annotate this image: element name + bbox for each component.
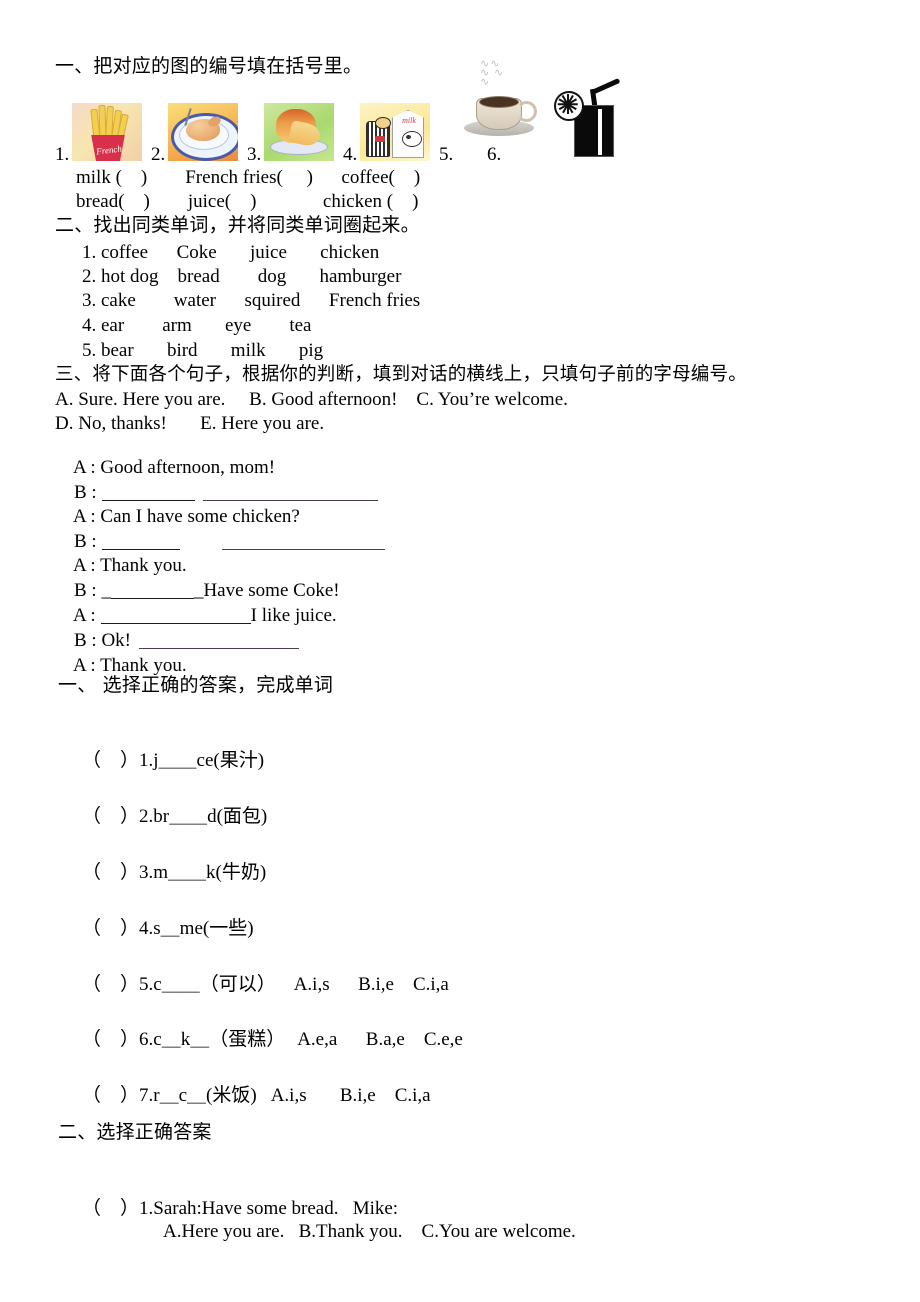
section3-heading: 三、将下面各个句子，根据你的判断，填到对话的横线上，只填句子前的字母编号。 bbox=[55, 364, 747, 385]
section5-choices[interactable]: A.Here you are. B.Thank you. C.You are w… bbox=[163, 1222, 576, 1241]
juice-glass-icon bbox=[552, 75, 642, 161]
roast-chicken-icon bbox=[168, 103, 238, 161]
section4-text-5: 5.c＿＿（可以） bbox=[139, 974, 276, 995]
section4-bracket-4[interactable]: （ ） bbox=[82, 918, 139, 939]
section5-question-text: 1.Sarah:Have some bread. Mike: bbox=[139, 1198, 399, 1219]
bread-icon bbox=[264, 103, 334, 161]
section4-choices-7[interactable]: A.i,s B.i,e C.i,a bbox=[271, 1085, 431, 1106]
section4-question-2: （ ）2.br＿＿d(面包) bbox=[63, 788, 267, 845]
section4-question-4: （ ）4.s＿me(一些) bbox=[63, 900, 254, 957]
section4-text-6: 6.c＿k＿（蛋糕） bbox=[139, 1029, 286, 1050]
picture-number-2: 2. bbox=[151, 144, 166, 165]
section4-bracket-7[interactable]: （ ） bbox=[82, 1085, 139, 1106]
section1-answer-line-1: milk ( ) French fries( ) coffee( ) bbox=[76, 167, 421, 188]
section4-choices-5[interactable]: A.i,s B.i,e C.i,a bbox=[294, 974, 449, 995]
section4-question-5: （ ）5.c＿＿（可以） A.i,s B.i,e C.i,a bbox=[63, 956, 449, 1013]
section2-row-4: 4. ear arm eye tea bbox=[82, 315, 312, 336]
section4-text-4: 4.s＿me(一些) bbox=[139, 918, 254, 939]
section4-heading: 一、 选择正确的答案，完成单词 bbox=[58, 674, 334, 696]
section4-text-2: 2.br＿＿d(面包) bbox=[139, 806, 268, 827]
section4-text-3: 3.m＿＿k(牛奶) bbox=[139, 862, 267, 883]
coffee-cup-icon: ∿∿ ∿ ∿ ∿ bbox=[460, 58, 542, 142]
picture-number-4: 4. bbox=[343, 144, 358, 165]
picture-number-5: 5. bbox=[439, 144, 454, 165]
section2-row-1: 1. coffee Coke juice chicken bbox=[82, 242, 380, 263]
section4-question-1: （ ）1.j＿＿ce(果汁) bbox=[63, 732, 264, 789]
section2-row-2: 2. hot dog bread dog hamburger bbox=[82, 266, 402, 287]
milk-carton-icon: milk bbox=[360, 103, 430, 161]
section2-row-5: 5. bear bird milk pig bbox=[82, 340, 324, 361]
section2-heading: 二、找出同类单词，并将同类单词圈起来。 bbox=[55, 214, 420, 236]
section1-answer-line-2: bread( ) juice( ) chicken ( ) bbox=[76, 191, 419, 212]
section1-heading: 一、把对应的图的编号填在括号里。 bbox=[55, 55, 363, 77]
section4-bracket-1[interactable]: （ ） bbox=[82, 750, 139, 771]
section5-heading: 二、选择正确答案 bbox=[58, 1121, 212, 1143]
dialog-blank-4b[interactable] bbox=[221, 536, 385, 550]
section3-options-line-1: A. Sure. Here you are. B. Good afternoon… bbox=[55, 389, 568, 410]
milk-carton-label: milk bbox=[402, 116, 416, 125]
picture-number-6: 6. bbox=[487, 144, 502, 165]
section4-bracket-5[interactable]: （ ） bbox=[82, 974, 139, 995]
section4-choices-6[interactable]: A.e,a B.a,e C.e,e bbox=[297, 1029, 463, 1050]
section4-question-6: （ ）6.c＿k＿（蛋糕） A.e,a B.a,e C.e,e bbox=[63, 1011, 463, 1068]
dialog-text-9: Thank you. bbox=[100, 655, 187, 676]
section4-bracket-3[interactable]: （ ） bbox=[82, 862, 139, 883]
section4-bracket-6[interactable]: （ ） bbox=[82, 1029, 139, 1050]
section4-question-7: （ ）7.r＿c＿(米饭) A.i,s B.i,e C.i,a bbox=[63, 1067, 431, 1124]
dialog-speaker-9: A : bbox=[72, 655, 96, 676]
section4-bracket-2[interactable]: （ ） bbox=[82, 806, 139, 827]
section3-options-line-2: D. No, thanks! E. Here you are. bbox=[55, 413, 325, 434]
section4-text-1: 1.j＿＿ce(果汁) bbox=[139, 750, 265, 771]
section4-question-3: （ ）3.m＿＿k(牛奶) bbox=[63, 844, 266, 901]
picture-number-3: 3. bbox=[247, 144, 262, 165]
section4-text-7: 7.r＿c＿(米饭) bbox=[139, 1085, 257, 1106]
french-fries-icon: French bbox=[72, 103, 142, 161]
picture-number-1: 1. bbox=[55, 144, 70, 165]
section5-bracket[interactable]: （ ） bbox=[82, 1198, 139, 1219]
section2-row-3: 3. cake water squired French fries bbox=[82, 290, 421, 311]
worksheet-page: 一、把对应的图的编号填在括号里。 1. French 2. 3. 4. milk… bbox=[0, 0, 920, 1302]
